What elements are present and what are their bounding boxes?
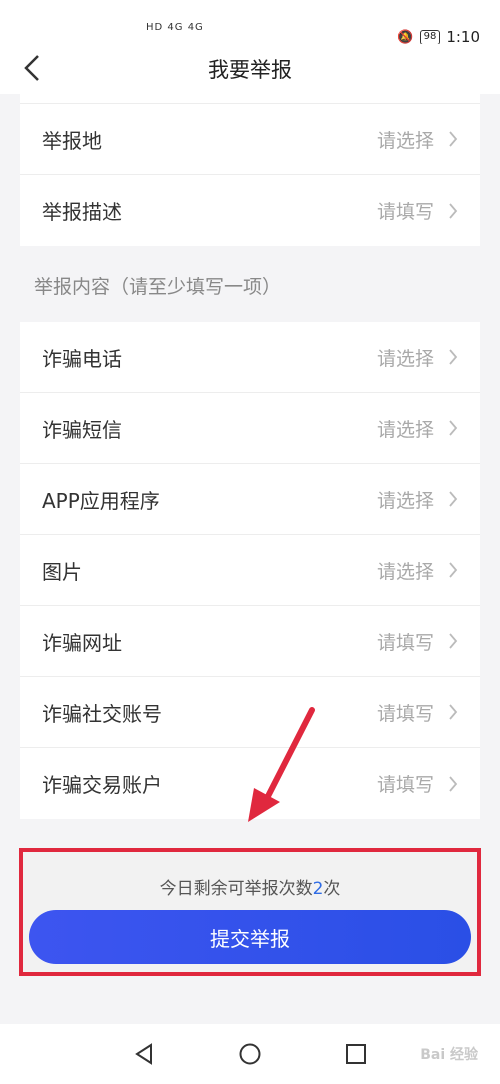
chevron-right-icon: [449, 704, 458, 720]
section-title: 举报内容（请至少填写一项）: [34, 276, 282, 298]
chevron-right-icon: [449, 202, 458, 219]
circle-home-icon[interactable]: [238, 1042, 262, 1066]
title-bar: 我要举报: [0, 44, 500, 94]
signal-indicators: HD 4G 4G: [146, 22, 204, 33]
status-bar: HD 4G 4G 🔕 98 1:10: [0, 0, 500, 46]
row-label: 诈骗交易账户: [42, 773, 162, 797]
row-image[interactable]: 图片 请选择: [20, 535, 480, 606]
top-card: 举报地 请选择 举报描述 请填写: [20, 104, 480, 246]
chevron-right-icon: [449, 420, 458, 436]
row-label: 诈骗社交账号: [42, 701, 162, 726]
row-value: 请填写: [376, 631, 434, 654]
chevron-right-icon: [449, 349, 458, 365]
row-report-location[interactable]: 举报地 请选择: [20, 104, 480, 175]
row-value: 请填写: [376, 774, 434, 796]
row-value: 请选择: [376, 418, 434, 441]
row-value: 请填写: [376, 702, 434, 725]
row-label: APP应用程序: [42, 488, 160, 513]
mute-icon: 🔕: [397, 29, 414, 45]
page-title: 我要举报: [208, 58, 292, 82]
system-nav-bar: Bai 经验: [0, 1024, 500, 1084]
row-label: 举报地: [42, 128, 102, 153]
row-value: 请选择: [376, 347, 434, 370]
row-label: 诈骗短信: [42, 417, 122, 442]
quota-prefix: 今日剩余可举报次数: [159, 879, 313, 899]
quota-suffix: 次: [323, 879, 341, 899]
submit-panel: 今日剩余可举报次数2次 提交举报: [19, 848, 481, 976]
row-value: 请选择: [376, 129, 434, 152]
submit-report-button[interactable]: 提交举报: [29, 910, 471, 964]
partial-row: [20, 94, 480, 104]
row-label: 举报描述: [42, 200, 122, 224]
watermark: Bai 经验: [420, 1047, 478, 1063]
row-value: 请填写: [376, 201, 434, 223]
row-app[interactable]: APP应用程序 请选择: [20, 464, 480, 535]
row-label: 诈骗网址: [42, 630, 122, 655]
square-recent-icon[interactable]: [344, 1042, 368, 1066]
row-value: 请选择: [376, 560, 434, 583]
row-scam-url[interactable]: 诈骗网址 请填写: [20, 606, 480, 677]
row-label: 诈骗电话: [42, 346, 122, 371]
red-arrow-icon: [248, 707, 315, 822]
row-scam-sms[interactable]: 诈骗短信 请选择: [20, 393, 480, 464]
chevron-right-icon: [449, 633, 458, 649]
battery-indicator: 98: [419, 29, 441, 45]
chevron-right-icon: [449, 775, 458, 792]
row-report-description[interactable]: 举报描述 请填写: [20, 175, 480, 246]
triangle-back-icon[interactable]: [132, 1042, 156, 1066]
row-value: 请选择: [376, 489, 434, 512]
chevron-right-icon: [449, 562, 458, 578]
row-label: 图片: [42, 559, 82, 584]
chevron-right-icon: [449, 491, 458, 507]
quota-text: 今日剩余可举报次数2次: [23, 874, 477, 899]
quota-count: 2: [312, 879, 324, 899]
row-scam-phone[interactable]: 诈骗电话 请选择: [20, 322, 480, 393]
chevron-right-icon: [449, 131, 458, 147]
